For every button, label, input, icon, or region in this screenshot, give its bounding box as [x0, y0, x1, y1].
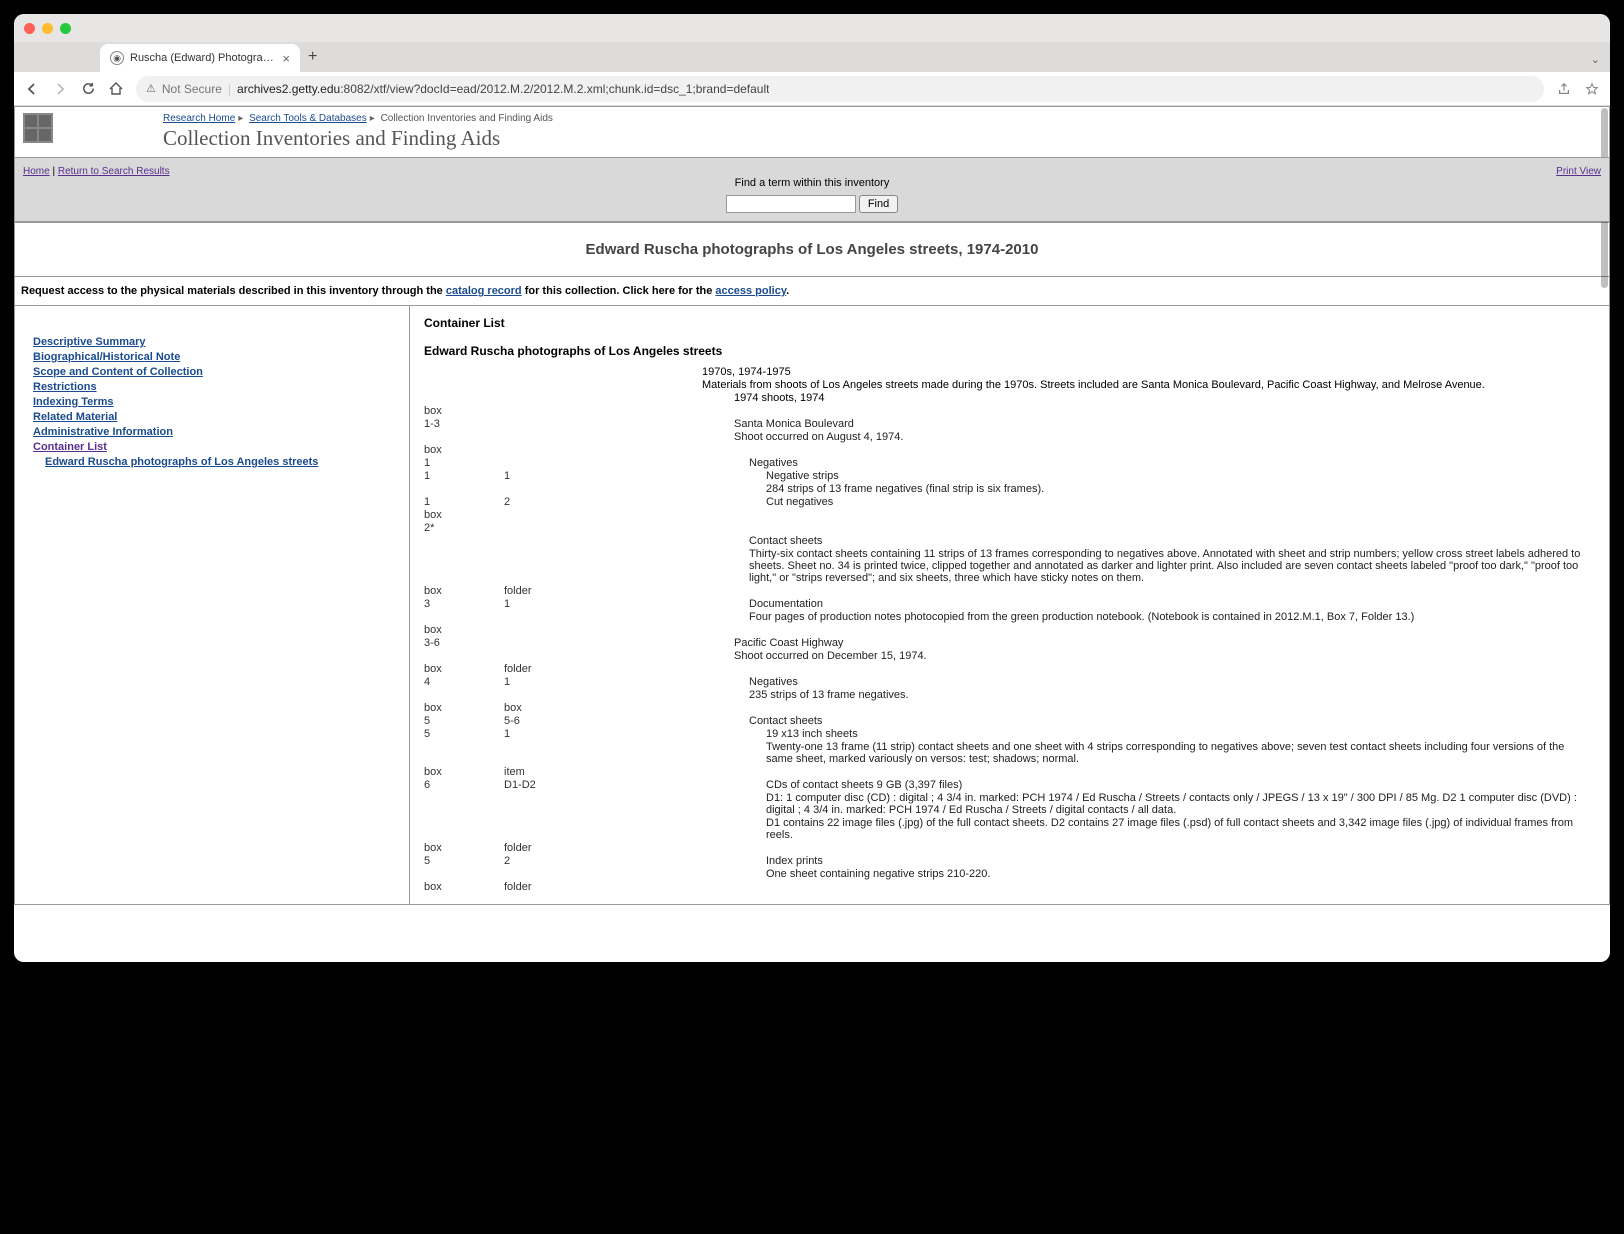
table-row: boxbox — [424, 702, 1595, 715]
container-list-table: 1970s, 1974-1975 Materials from shoots o… — [424, 366, 1595, 894]
breadcrumb: Research Home▸ Search Tools & Databases▸… — [163, 113, 553, 124]
table-row: 2* — [424, 522, 1595, 535]
table-row: 1-3Santa Monica Boulevard — [424, 418, 1595, 431]
nav-scope-content[interactable]: Scope and Content of Collection — [33, 366, 391, 378]
table-row: 11Negative strips — [424, 470, 1595, 483]
table-row: box — [424, 624, 1595, 637]
warning-icon: ⚠ — [146, 82, 156, 95]
nav-related-material[interactable]: Related Material — [33, 411, 391, 423]
home-button[interactable] — [108, 81, 124, 97]
find-label: Find a term within this inventory — [23, 177, 1601, 189]
reload-button[interactable] — [80, 81, 96, 97]
table-row: 5119 x13 inch sheets — [424, 728, 1595, 741]
table-row: box — [424, 405, 1595, 418]
table-row: 6D1-D2CDs of contact sheets 9 GB (3,397 … — [424, 779, 1595, 792]
table-row: box — [424, 509, 1595, 522]
collection-title: Edward Ruscha photographs of Los Angeles… — [15, 222, 1609, 277]
table-row: 41Negatives — [424, 676, 1595, 689]
table-row: Shoot occurred on August 4, 1974. — [424, 431, 1595, 444]
main-content: Container List Edward Ruscha photographs… — [410, 306, 1609, 904]
page-title: Collection Inventories and Finding Aids — [163, 126, 553, 151]
nav-bio-note[interactable]: Biographical/Historical Note — [33, 351, 391, 363]
table-row: boxitem — [424, 766, 1595, 779]
crumb-current: Collection Inventories and Finding Aids — [381, 113, 553, 124]
table-row: D1 contains 22 image files (.jpg) of the… — [424, 817, 1595, 842]
table-row: 1Negatives — [424, 457, 1595, 470]
crumb-research-home[interactable]: Research Home — [163, 113, 235, 124]
table-row: D1: 1 computer disc (CD) : digital ; 4 3… — [424, 792, 1595, 817]
globe-icon: ◉ — [110, 51, 124, 65]
find-input[interactable] — [726, 195, 856, 213]
access-notice: Request access to the physical materials… — [15, 277, 1609, 306]
share-icon[interactable] — [1556, 81, 1572, 97]
table-row: boxfolder — [424, 842, 1595, 855]
table-row: Contact sheets — [424, 535, 1595, 548]
link-return-results[interactable]: Return to Search Results — [58, 166, 170, 177]
not-secure-label: Not Secure — [162, 82, 222, 96]
bookmark-icon[interactable] — [1584, 81, 1600, 97]
link-home[interactable]: Home — [23, 166, 50, 177]
content-heading: Container List — [424, 316, 1595, 330]
crumb-search-tools[interactable]: Search Tools & Databases — [249, 113, 367, 124]
table-row: 284 strips of 13 frame negatives (final … — [424, 483, 1595, 496]
table-row: boxfolder — [424, 663, 1595, 676]
chevron-down-icon[interactable]: ⌄ — [1591, 53, 1610, 72]
table-row: Twenty-one 13 frame (11 strip) contact s… — [424, 741, 1595, 766]
url-text: archives2.getty.edu:8082/xtf/view?docId=… — [237, 82, 769, 96]
table-row: Shoot occurred on December 15, 1974. — [424, 650, 1595, 663]
close-window[interactable] — [24, 23, 35, 34]
maximize-window[interactable] — [60, 23, 71, 34]
browser-tab[interactable]: ◉ Ruscha (Edward) Photographs × — [100, 44, 300, 72]
series-heading: Edward Ruscha photographs of Los Angeles… — [424, 344, 1595, 358]
forward-button[interactable] — [52, 81, 68, 97]
side-nav: Descriptive Summary Biographical/Histori… — [15, 306, 410, 904]
table-row: 55-6Contact sheets — [424, 715, 1595, 728]
table-row: 3-6Pacific Coast Highway — [424, 637, 1595, 650]
back-button[interactable] — [24, 81, 40, 97]
nav-indexing-terms[interactable]: Indexing Terms — [33, 396, 391, 408]
link-print-view[interactable]: Print View — [1556, 166, 1601, 177]
address-bar[interactable]: ⚠ Not Secure | archives2.getty.edu:8082/… — [136, 76, 1544, 102]
table-row: box — [424, 444, 1595, 457]
nav-series-ruscha[interactable]: Edward Ruscha photographs of Los Angeles… — [45, 456, 391, 468]
table-row: boxfolder — [424, 881, 1595, 894]
table-row: boxfolder — [424, 585, 1595, 598]
close-tab-icon[interactable]: × — [282, 51, 290, 66]
new-tab-button[interactable]: + — [308, 48, 317, 72]
find-button[interactable]: Find — [859, 195, 898, 213]
table-row: Thirty-six contact sheets containing 11 … — [424, 548, 1595, 585]
table-row: 12Cut negatives — [424, 496, 1595, 509]
table-row: 235 strips of 13 frame negatives. — [424, 689, 1595, 702]
banner: Research Home▸ Search Tools & Databases▸… — [15, 107, 1609, 157]
nav-restrictions[interactable]: Restrictions — [33, 381, 391, 393]
nav-admin-info[interactable]: Administrative Information — [33, 426, 391, 438]
nav-descriptive-summary[interactable]: Descriptive Summary — [33, 336, 391, 348]
table-row: Four pages of production notes photocopi… — [424, 611, 1595, 624]
table-row: One sheet containing negative strips 210… — [424, 868, 1595, 881]
minimize-window[interactable] — [42, 23, 53, 34]
link-catalog-record[interactable]: catalog record — [446, 285, 522, 297]
table-row: 31Documentation — [424, 598, 1595, 611]
link-access-policy[interactable]: access policy — [715, 285, 786, 297]
nav-container-list[interactable]: Container List — [33, 441, 391, 453]
table-row: 52Index prints — [424, 855, 1595, 868]
tab-title: Ruscha (Edward) Photographs — [130, 52, 276, 64]
getty-logo[interactable] — [23, 113, 53, 143]
